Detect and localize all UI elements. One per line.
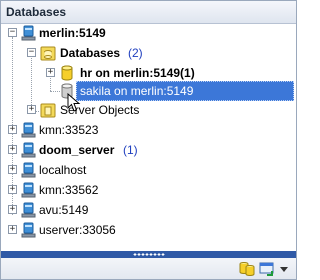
tree-node-merlin[interactable]: − merlin:5149 (1, 23, 296, 43)
tree-node-server-objects[interactable]: + Server Objects (1, 100, 296, 120)
tree-node-label: sakila on merlin:5149 (80, 84, 194, 98)
collapse-toggle[interactable]: − (8, 28, 17, 37)
expand-toggle[interactable]: + (27, 105, 36, 114)
tree-node-label: avu:5149 (39, 203, 89, 217)
database-tree: − merlin:5149 − Databases (2) + hr on me… (1, 23, 296, 251)
database-group-icon[interactable] (238, 260, 256, 277)
server-icon (21, 222, 36, 238)
expand-toggle[interactable]: + (8, 185, 17, 194)
tree-node-db-hr[interactable]: + hr on merlin:5149(1) (1, 63, 296, 83)
tree-node-label: hr on merlin:5149(1) (80, 66, 195, 80)
database-count-badge: (1) (123, 143, 138, 157)
database-count-badge: (2) (128, 46, 143, 60)
panel-title: Databases (6, 5, 67, 19)
expand-toggle[interactable]: + (8, 225, 17, 234)
tree-node-server[interactable]: + avu:5149 (1, 200, 296, 220)
tree-node-databases-folder[interactable]: − Databases (2) (1, 43, 296, 63)
server-icon (21, 142, 36, 158)
expand-toggle[interactable]: + (8, 125, 17, 134)
expand-toggle[interactable]: + (8, 145, 17, 154)
expand-toggle[interactable]: + (8, 205, 17, 214)
expand-toggle[interactable]: + (8, 165, 17, 174)
tree-node-label: Databases (60, 46, 121, 60)
server-objects-folder-icon (40, 103, 56, 118)
tree-node-server[interactable]: + kmn:33562 (1, 180, 296, 200)
server-icon (21, 162, 36, 178)
dropdown-arrow-icon[interactable] (278, 260, 290, 277)
tree-node-label: merlin:5149 (39, 26, 106, 40)
tree-node-server[interactable]: + userver:33056 (1, 220, 296, 240)
collapse-toggle[interactable]: − (27, 48, 36, 57)
splitter-grip[interactable] (133, 253, 165, 256)
tree-node-label: kmn:33562 (39, 183, 99, 197)
server-icon (21, 202, 36, 218)
tree-node-label: userver:33056 (39, 223, 116, 237)
expand-toggle[interactable]: + (46, 68, 55, 77)
database-icon (61, 65, 73, 81)
tree-node-label: kmn:33523 (39, 123, 99, 137)
bottom-toolbar (1, 258, 296, 279)
tree-node-db-sakila[interactable]: sakila on merlin:5149 (1, 81, 296, 101)
panel-title-bar: Databases (1, 1, 296, 24)
server-icon (21, 122, 36, 138)
server-icon (21, 182, 36, 198)
databases-panel: Databases − merlin:5149 − Databases (2) … (0, 0, 297, 280)
panel-splitter[interactable] (1, 251, 296, 258)
database-folder-icon (40, 46, 56, 61)
tree-node-server[interactable]: + kmn:33523 (1, 120, 296, 140)
tree-node-label: doom_server (39, 143, 115, 157)
server-icon (21, 25, 36, 41)
tree-node-label: localhost (39, 163, 87, 177)
tree-node-server[interactable]: + localhost (1, 160, 296, 180)
refresh-connection-icon[interactable] (258, 260, 276, 277)
tree-node-server[interactable]: + doom_server (1) (1, 140, 296, 160)
tree-node-label: Server Objects (60, 103, 140, 117)
